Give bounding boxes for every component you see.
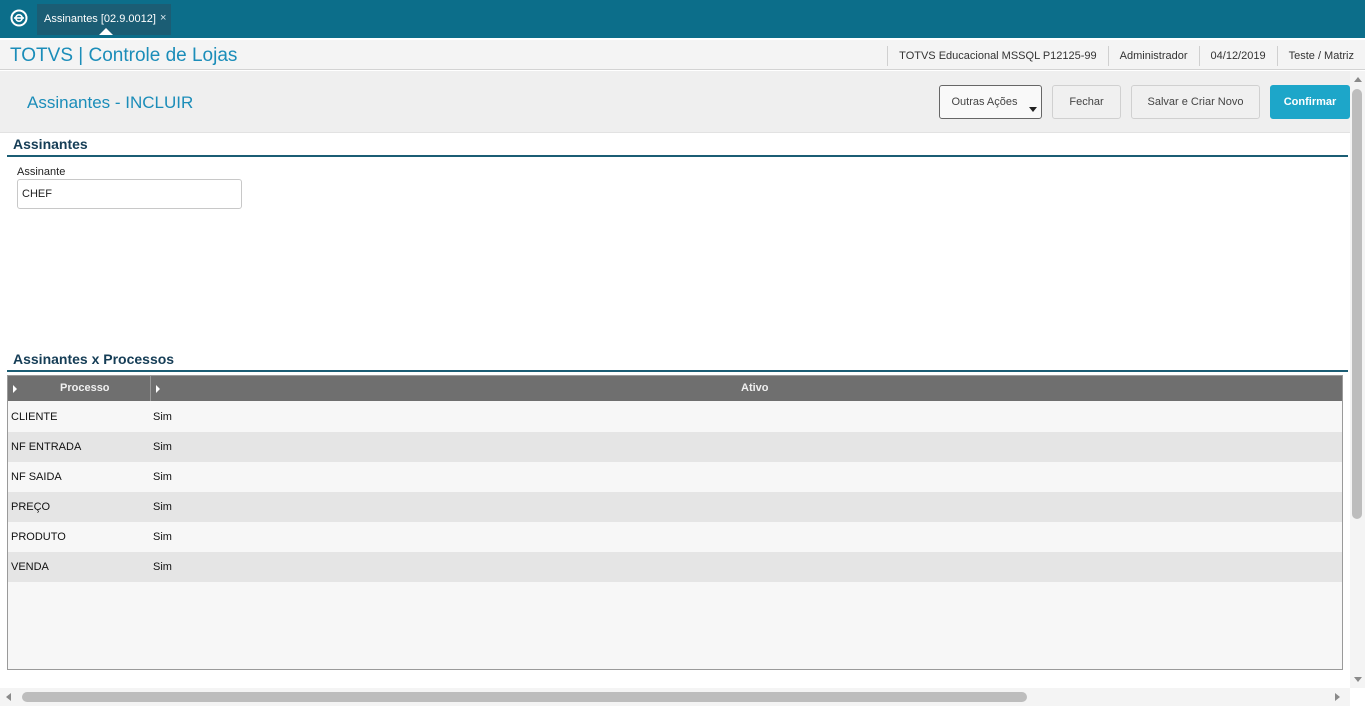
table-row[interactable]: PREÇO Sim [8, 492, 1342, 522]
vertical-scrollbar[interactable] [1350, 71, 1365, 688]
cell-processo: NF SAIDA [11, 471, 62, 483]
table-row[interactable]: PRODUTO Sim [8, 522, 1342, 552]
table-row[interactable]: VENDA Sim [8, 552, 1342, 582]
table-row[interactable]: CLIENTE Sim [8, 402, 1342, 432]
scroll-up-icon[interactable] [1354, 77, 1362, 82]
horizontal-scroll-thumb[interactable] [22, 692, 1027, 702]
user-label: Administrador [1107, 46, 1199, 66]
cell-ativo: Sim [153, 501, 172, 513]
branch-label[interactable]: Teste / Matriz [1276, 46, 1365, 66]
cell-ativo: Sim [153, 411, 172, 423]
save-and-new-button[interactable]: Salvar e Criar Novo [1131, 85, 1260, 119]
scroll-right-icon[interactable] [1335, 693, 1340, 701]
horizontal-scrollbar[interactable] [0, 688, 1350, 706]
vertical-scroll-thumb[interactable] [1352, 89, 1362, 519]
other-actions-button[interactable]: Outras Ações [939, 85, 1042, 119]
column-label-processo: Processo [60, 382, 110, 394]
grid-header: Processo Ativo [8, 376, 1342, 401]
date-label: 04/12/2019 [1198, 46, 1277, 66]
column-header-processo[interactable]: Processo [8, 376, 151, 401]
tab-label: Assinantes [02.9.0012] [44, 13, 156, 25]
table-row[interactable]: NF SAIDA Sim [8, 462, 1342, 492]
column-label-ativo: Ativo [741, 382, 769, 394]
tab-assinantes[interactable]: Assinantes [02.9.0012] × [37, 4, 171, 35]
environment-label: TOTVS Educacional MSSQL P12125-99 [887, 46, 1108, 66]
other-actions-label: Outras Ações [951, 96, 1018, 108]
cell-ativo: Sim [153, 561, 172, 573]
totvs-logo-icon[interactable] [10, 9, 28, 27]
assinante-input[interactable]: CHEF [17, 179, 242, 209]
confirm-button[interactable]: Confirmar [1270, 85, 1350, 119]
top-bar: Assinantes [02.9.0012] × [0, 0, 1365, 38]
app-header: TOTVS | Controle de Lojas TOTVS Educacio… [0, 38, 1365, 70]
cell-ativo: Sim [153, 531, 172, 543]
column-arrow-icon [13, 385, 17, 393]
tab-active-indicator [99, 28, 113, 35]
cell-ativo: Sim [153, 441, 172, 453]
section-title-assinantes: Assinantes [7, 134, 1348, 157]
cell-processo: VENDA [11, 561, 49, 573]
scroll-left-icon[interactable] [6, 693, 11, 701]
column-arrow-icon [156, 385, 160, 393]
cell-processo: CLIENTE [11, 411, 58, 423]
processes-grid[interactable]: Processo Ativo CLIENTE Sim NF ENTRADA Si… [7, 375, 1343, 670]
section-title-processos: Assinantes x Processos [7, 349, 1348, 372]
close-button[interactable]: Fechar [1052, 85, 1121, 119]
close-icon[interactable]: × [160, 12, 166, 24]
table-row[interactable]: NF ENTRADA Sim [8, 432, 1342, 462]
cell-processo: NF ENTRADA [11, 441, 82, 453]
chevron-down-icon [1029, 107, 1037, 112]
cell-processo: PREÇO [11, 501, 51, 513]
column-header-ativo[interactable]: Ativo [151, 376, 1341, 401]
app-title: TOTVS | Controle de Lojas [10, 45, 238, 66]
page-title: Assinantes - INCLUIR [27, 93, 194, 112]
cell-processo: PRODUTO [11, 531, 66, 543]
page-header: Assinantes - INCLUIR Outras Ações Fechar… [0, 71, 1350, 133]
assinante-label: Assinante [17, 166, 66, 178]
header-info: TOTVS Educacional MSSQL P12125-99 Admini… [887, 46, 1365, 66]
cell-ativo: Sim [153, 471, 172, 483]
scroll-down-icon[interactable] [1354, 677, 1362, 682]
